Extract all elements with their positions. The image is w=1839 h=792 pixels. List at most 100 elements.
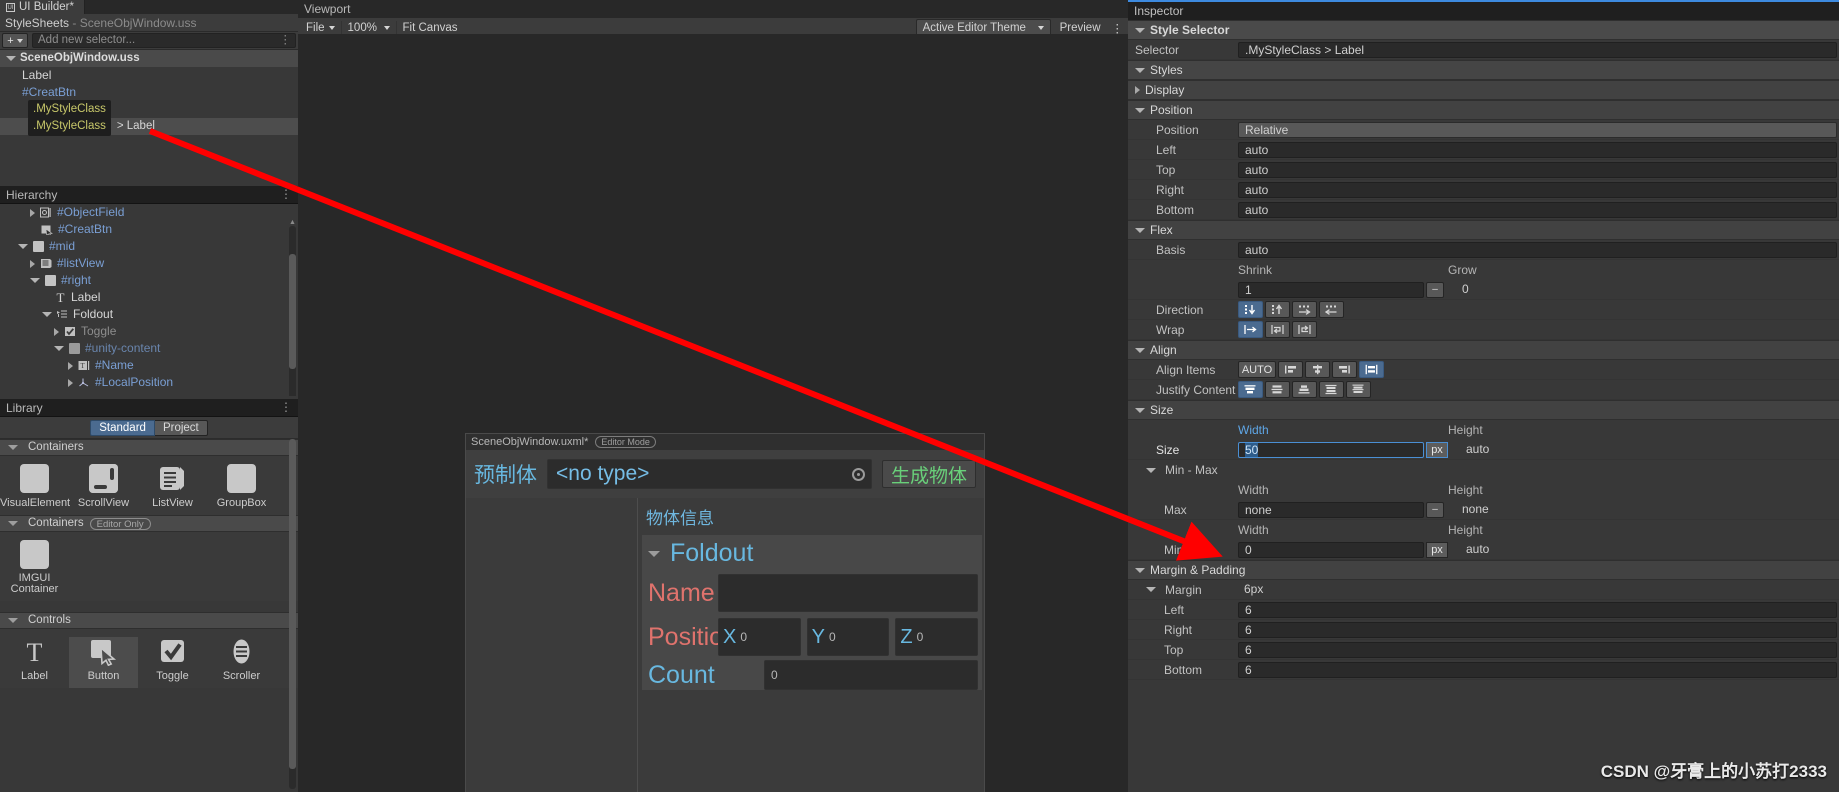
- row-icon[interactable]: [1292, 301, 1317, 318]
- section-margin-padding[interactable]: Margin & Padding: [1128, 560, 1839, 580]
- wrap-reverse-icon[interactable]: [1292, 321, 1317, 338]
- library-item-button[interactable]: Button: [69, 637, 138, 688]
- hierarchy-row-listview[interactable]: #listView: [0, 255, 298, 272]
- align-end-icon[interactable]: [1332, 361, 1357, 378]
- canvas-listview-area[interactable]: [466, 498, 638, 792]
- hierarchy-scrollbar[interactable]: ▲ ▼: [289, 219, 296, 396]
- tab-project[interactable]: Project: [154, 419, 208, 436]
- column-reverse-icon[interactable]: [1265, 301, 1290, 318]
- chevron-down-icon[interactable]: [1135, 407, 1145, 413]
- flex-shrink-input[interactable]: 1: [1238, 281, 1424, 298]
- row-reverse-icon[interactable]: [1319, 301, 1344, 318]
- align-auto-button[interactable]: AUTO: [1238, 361, 1276, 378]
- chevron-down-icon[interactable]: [1135, 567, 1145, 573]
- align-stretch-icon[interactable]: [1359, 361, 1384, 378]
- kebab-menu-icon[interactable]: ⋮: [280, 399, 292, 417]
- chevron-down-icon[interactable]: [1135, 227, 1145, 233]
- size-height-input[interactable]: auto: [1460, 442, 1837, 458]
- max-width-input[interactable]: none: [1238, 501, 1424, 518]
- canvas-name-input[interactable]: [718, 574, 978, 612]
- justify-start-icon[interactable]: [1238, 381, 1263, 398]
- chevron-down-icon[interactable]: [42, 312, 52, 317]
- library-scrollbar[interactable]: [289, 439, 296, 789]
- section-size[interactable]: Size: [1128, 400, 1839, 420]
- hierarchy-row-unity-content[interactable]: #unity-content: [0, 340, 298, 357]
- more-options-icon[interactable]: ⋮: [280, 34, 292, 47]
- chevron-right-icon[interactable]: [68, 361, 73, 370]
- min-width-input[interactable]: 0: [1238, 541, 1424, 558]
- library-item-visualelement[interactable]: VisualElement: [0, 464, 70, 515]
- chevron-right-icon[interactable]: [68, 378, 73, 387]
- uxml-canvas[interactable]: SceneObjWindow.uxml* Editor Mode 预制体 <no…: [465, 433, 985, 792]
- justify-center-icon[interactable]: [1265, 381, 1290, 398]
- flex-basis-input[interactable]: auto: [1238, 241, 1837, 258]
- margin-left-input[interactable]: 6: [1238, 601, 1837, 618]
- tab-ui-builder[interactable]: UI UI Builder*: [0, 0, 85, 14]
- canvas-count-input[interactable]: 0: [764, 660, 978, 690]
- chevron-down-icon[interactable]: [1146, 587, 1156, 592]
- chevron-right-icon[interactable]: [1135, 86, 1140, 94]
- chevron-down-icon[interactable]: [1135, 27, 1145, 33]
- position-right-input[interactable]: auto: [1238, 181, 1837, 198]
- uss-rule-creatbtn[interactable]: #CreatBtn: [0, 84, 298, 101]
- chevron-down-icon[interactable]: [1135, 67, 1145, 73]
- chevron-down-icon[interactable]: [54, 346, 64, 351]
- section-align[interactable]: Align: [1128, 340, 1839, 360]
- minmax-header-row[interactable]: Min - Max: [1128, 460, 1839, 480]
- library-scroll-thumb[interactable]: [289, 439, 296, 769]
- chevron-right-icon[interactable]: [30, 208, 35, 217]
- section-display[interactable]: Display: [1128, 80, 1839, 100]
- new-selector-input[interactable]: Add new selector... ⋮: [32, 33, 296, 48]
- max-height-input[interactable]: none: [1456, 502, 1837, 518]
- library-item-label[interactable]: T Label: [0, 637, 69, 688]
- chevron-down-icon[interactable]: [648, 550, 660, 557]
- chevron-down-icon[interactable]: [6, 56, 16, 61]
- position-mode-dropdown[interactable]: Relative: [1238, 121, 1837, 138]
- uss-rule-mystyleclass-label[interactable]: .MyStyleClass > Label: [0, 117, 298, 136]
- position-left-input[interactable]: auto: [1238, 141, 1837, 158]
- max-width-stepper[interactable]: –: [1426, 501, 1444, 518]
- hierarchy-row-localposition[interactable]: #LocalPosition: [0, 374, 298, 391]
- hierarchy-row-name[interactable]: T #Name: [0, 357, 298, 374]
- wrap-icon[interactable]: [1265, 321, 1290, 338]
- section-position[interactable]: Position: [1128, 100, 1839, 120]
- margin-top-input[interactable]: 6: [1238, 641, 1837, 658]
- chevron-down-icon[interactable]: [8, 521, 18, 526]
- viewport-canvas-area[interactable]: SceneObjWindow.uxml* Editor Mode 预制体 <no…: [298, 34, 1128, 792]
- chevron-down-icon[interactable]: [1146, 467, 1156, 473]
- object-picker-icon[interactable]: [851, 467, 865, 481]
- hierarchy-row-objectfield[interactable]: #ObjectField: [0, 204, 298, 221]
- hierarchy-row-label[interactable]: T Label: [0, 289, 298, 306]
- tab-standard[interactable]: Standard: [90, 419, 155, 436]
- kebab-menu-icon[interactable]: ⋮: [280, 186, 292, 204]
- library-item-scroller[interactable]: Scroller: [207, 637, 276, 688]
- library-item-listview[interactable]: ListView: [138, 464, 207, 515]
- justify-space-between-icon[interactable]: [1319, 381, 1344, 398]
- chevron-down-icon[interactable]: [1135, 347, 1145, 353]
- library-item-toggle[interactable]: Toggle: [138, 637, 207, 688]
- justify-end-icon[interactable]: [1292, 381, 1317, 398]
- justify-space-around-icon[interactable]: [1346, 381, 1371, 398]
- section-flex[interactable]: Flex: [1128, 220, 1839, 240]
- uss-root-row[interactable]: SceneObjWindow.uss: [0, 50, 298, 67]
- hierarchy-scroll-thumb[interactable]: [289, 254, 296, 369]
- uss-rule-label[interactable]: Label: [0, 67, 298, 84]
- position-bottom-input[interactable]: auto: [1238, 201, 1837, 218]
- chevron-right-icon[interactable]: [54, 327, 59, 336]
- flex-shrink-stepper[interactable]: –: [1426, 281, 1444, 298]
- library-section-containers-editor-only[interactable]: Containers Editor Only: [0, 515, 298, 532]
- library-section-containers[interactable]: Containers: [0, 439, 298, 456]
- size-width-input[interactable]: 50: [1238, 441, 1424, 458]
- canvas-foldout-header[interactable]: Foldout: [648, 539, 982, 568]
- hierarchy-row-mid[interactable]: #mid: [0, 238, 298, 255]
- hierarchy-row-toggle[interactable]: Toggle: [0, 323, 298, 340]
- uss-rule-mystyleclass[interactable]: .MyStyleClass: [0, 100, 298, 119]
- margin-right-input[interactable]: 6: [1238, 621, 1837, 638]
- align-start-icon[interactable]: [1278, 361, 1303, 378]
- library-item-imgui-container[interactable]: IMGUI Container: [0, 540, 69, 601]
- object-field[interactable]: <no type>: [547, 459, 872, 489]
- size-width-unit[interactable]: px: [1426, 441, 1448, 458]
- hierarchy-row-creatbtn[interactable]: #CreatBtn: [0, 221, 298, 238]
- column-icon[interactable]: [1238, 301, 1263, 318]
- align-center-icon[interactable]: [1305, 361, 1330, 378]
